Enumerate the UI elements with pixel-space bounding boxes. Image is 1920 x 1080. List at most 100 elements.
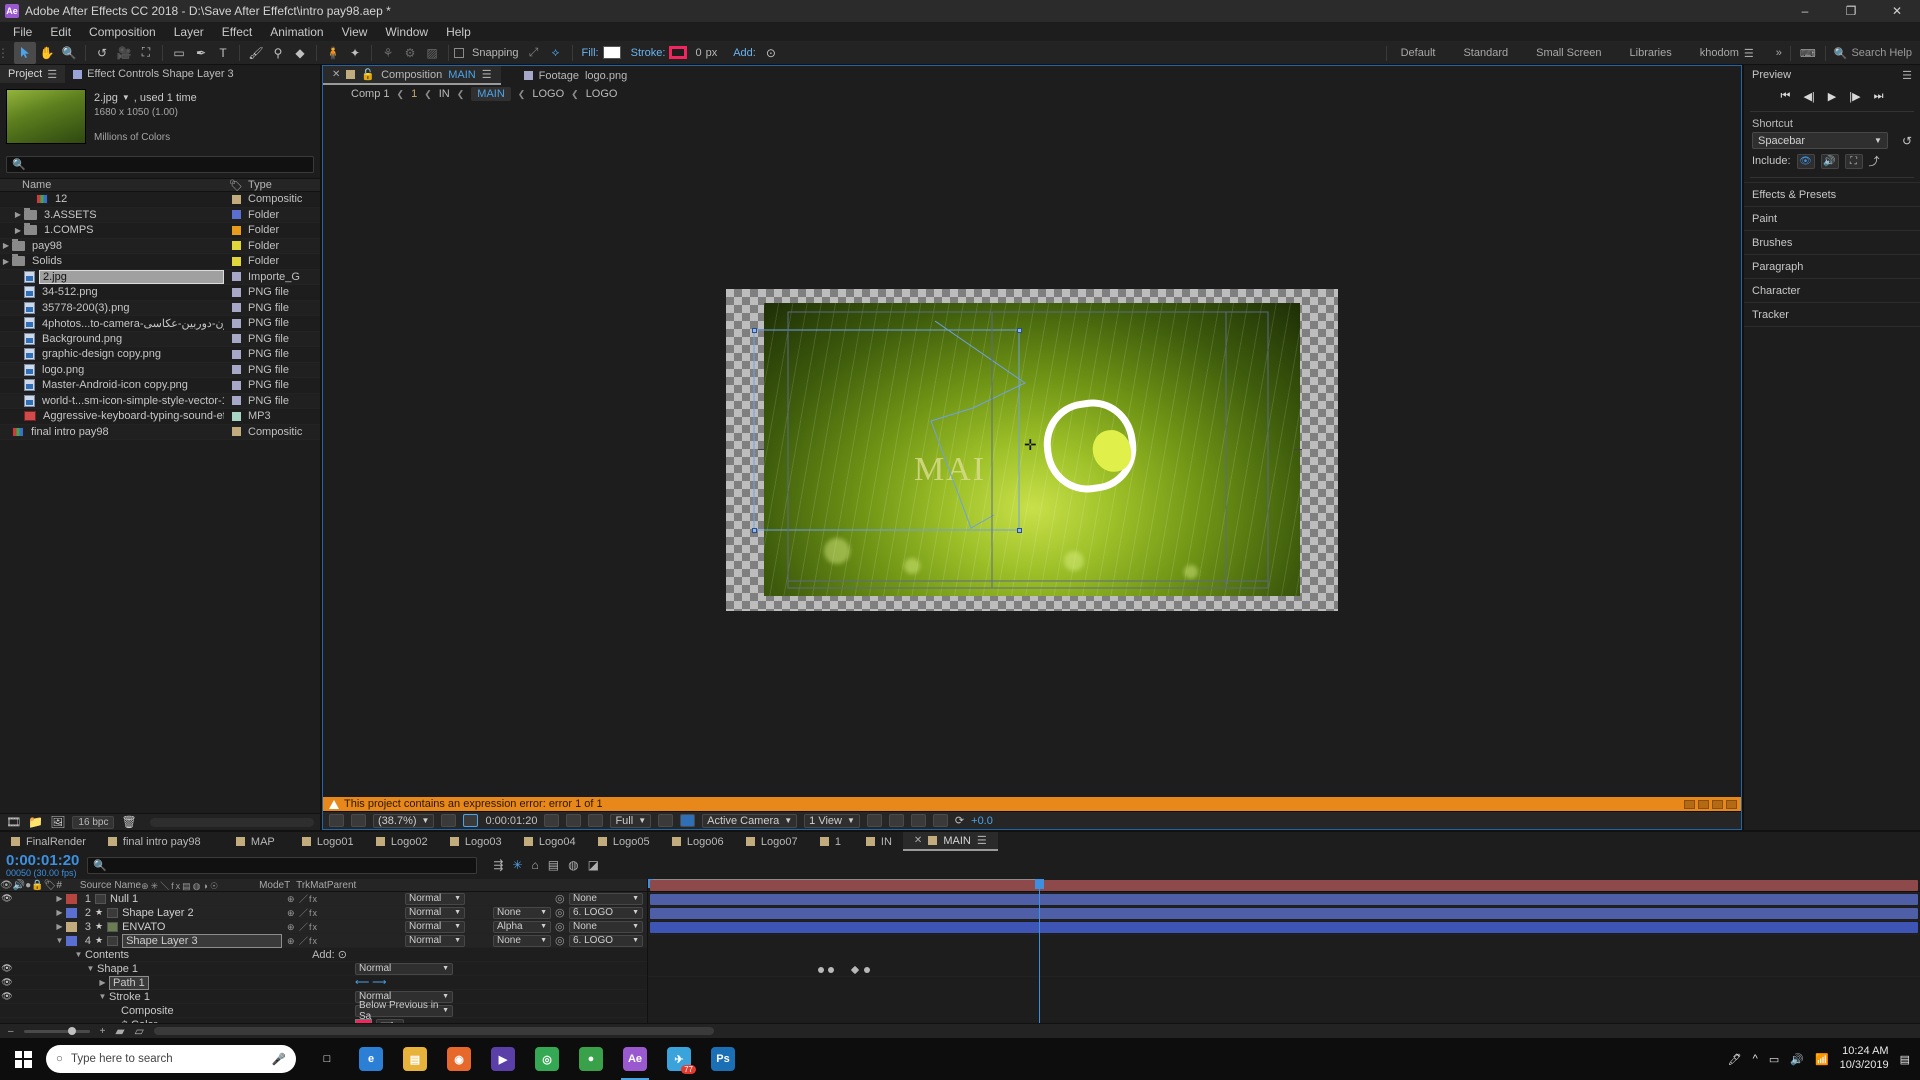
disclosure-triangle-icon[interactable]: ▶ [0, 241, 12, 250]
layer-source-name[interactable]: ★ Shape Layer 3 [95, 933, 287, 948]
tray-pen-icon[interactable]: 🖊 [1728, 1053, 1742, 1066]
taskbar-app-file-explorer[interactable]: ▤ [396, 1038, 434, 1080]
play-icon[interactable]: ▶ [1828, 90, 1836, 103]
panel-paragraph[interactable]: Paragraph [1744, 254, 1920, 278]
timeline-horizontal-scrollbar[interactable] [153, 1027, 714, 1035]
project-item-tag[interactable] [224, 427, 248, 437]
draft-3d-icon[interactable]: ✳ [512, 858, 522, 872]
project-footer-scrollbar[interactable] [149, 817, 314, 827]
layer-label-color[interactable] [66, 893, 77, 904]
grid-guides-icon[interactable] [441, 814, 457, 827]
start-button[interactable] [0, 1038, 46, 1080]
tray-battery-icon[interactable]: ▭ [1769, 1053, 1779, 1066]
project-list-item[interactable]: logo.png PNG file [0, 362, 320, 378]
project-search-input[interactable]: 🔍 [6, 156, 314, 173]
layer-switches[interactable]: ⊕ ／fx [287, 906, 405, 919]
panel-menu-icon[interactable]: ☰ [482, 68, 492, 81]
taskbar-app-photoshop[interactable]: Ps [704, 1038, 742, 1080]
tab-composition-main[interactable]: ✕ 🔓 Composition MAIN ☰ [323, 66, 501, 85]
delete-icon[interactable]: 🗑 [121, 815, 136, 829]
panel-tracker[interactable]: Tracker [1744, 302, 1920, 326]
fill-color-swatch[interactable] [602, 46, 621, 59]
project-list-item[interactable]: 35778-200(3).png PNG file [0, 300, 320, 316]
last-frame-icon[interactable]: ⏭ [1874, 90, 1884, 103]
layer-expand-icon[interactable]: ▶ [53, 908, 66, 917]
selection-handle[interactable] [752, 528, 757, 533]
timeline-search-input[interactable]: 🔍 [87, 856, 478, 874]
next-error-icon[interactable] [1698, 799, 1709, 809]
project-item-tag[interactable] [224, 210, 248, 220]
property-visibility-icon[interactable]: 👁 [0, 963, 14, 974]
zoom-in-icon[interactable]: + [100, 1026, 106, 1037]
tray-volume-icon[interactable]: 🔊 [1790, 1053, 1804, 1066]
layer-track[interactable] [648, 893, 1920, 907]
layer-expand-icon[interactable]: ▶ [53, 894, 66, 903]
layer-source-name[interactable]: ★ ENVATO [95, 921, 287, 933]
workspace-overflow-button[interactable]: » [1768, 47, 1790, 59]
composition-viewer[interactable]: MAI ✛ [323, 103, 1741, 797]
workspace-user-menu[interactable]: khodom ☰ [1686, 47, 1768, 60]
parent-pickwhip-icon[interactable]: ◎ [555, 892, 569, 905]
tray-expand-icon[interactable]: ^ [1753, 1053, 1758, 1065]
column-header-type[interactable]: Type [248, 179, 320, 191]
layer-trkmat-dropdown[interactable]: None ▼ [493, 934, 551, 947]
menu-animation[interactable]: Animation [261, 24, 332, 40]
taskbar-app-media-player[interactable]: ▶ [484, 1038, 522, 1080]
reset-shortcut-icon[interactable]: ↺ [1902, 134, 1920, 148]
workspace-libraries[interactable]: Libraries [1616, 47, 1686, 59]
selection-handle[interactable] [752, 328, 757, 333]
channel-icon[interactable] [588, 814, 604, 827]
project-item-tag[interactable] [224, 287, 248, 297]
keyframe-marker[interactable] [818, 967, 824, 973]
shortcut-dropdown[interactable]: Spacebar ▼ [1752, 132, 1888, 149]
timeline-switch-icon[interactable] [910, 814, 926, 827]
panel-menu-icon[interactable]: ☰ [1902, 69, 1912, 82]
tab-effect-controls[interactable]: Effect Controls Shape Layer 3 [65, 65, 242, 83]
pixel-aspect-icon[interactable] [866, 814, 882, 827]
layer-label-color[interactable] [66, 921, 77, 932]
menu-composition[interactable]: Composition [80, 24, 165, 40]
error-home-icon[interactable] [1726, 799, 1737, 809]
expression-error-bar[interactable]: This project contains an expression erro… [323, 797, 1741, 811]
type-tool-icon[interactable]: T [212, 42, 234, 64]
layer-switches[interactable]: ⊕ ／fx [287, 920, 405, 933]
views-dropdown[interactable]: 1 View ▼ [804, 813, 860, 828]
comp-button-icon[interactable]: ▰ [115, 1024, 124, 1038]
taskbar-app-firefox[interactable]: ◉ [440, 1038, 478, 1080]
dismiss-error-icon[interactable] [1712, 799, 1723, 809]
include-audio-icon[interactable]: 🔊 [1820, 153, 1839, 169]
layer-label-color[interactable] [66, 935, 77, 946]
breadcrumb-1[interactable]: 1 [411, 88, 417, 100]
panel-character[interactable]: Character [1744, 278, 1920, 302]
menu-window[interactable]: Window [376, 24, 437, 40]
parent-pickwhip-icon[interactable]: ◎ [555, 920, 569, 933]
project-list-item[interactable]: ▶ Solids Folder [0, 254, 320, 270]
panel-paint[interactable]: Paint [1744, 206, 1920, 230]
layer-row[interactable]: ▼ 4 ★ Shape Layer 3 ⊕ ／fx Normal ▼ None ▼ ◎ 6. LOG… [0, 933, 647, 948]
timeline-tab-in[interactable]: IN [855, 832, 903, 851]
tray-network-icon[interactable]: 📶 [1815, 1053, 1829, 1066]
exposure-reset-icon[interactable]: ⟳ [955, 814, 964, 827]
panel-brushes[interactable]: Brushes [1744, 230, 1920, 254]
property-visibility-icon[interactable]: 👁 [0, 991, 14, 1002]
comp-timecode[interactable]: 0:00:01:20 [485, 815, 537, 827]
project-list-item[interactable]: Background.png PNG file [0, 331, 320, 347]
prev-frame-icon[interactable]: ◀| [1803, 90, 1814, 103]
property-dropdown[interactable]: Below Previous in Sa ▼ [355, 1000, 453, 1022]
action-center-icon[interactable]: ▤ [1900, 1053, 1910, 1066]
disclosure-triangle-icon[interactable]: ▶ [12, 210, 24, 219]
timeline-tab-logo03[interactable]: Logo03 [439, 832, 513, 851]
panel-menu-icon[interactable]: ☰ [47, 68, 57, 81]
parent-pickwhip-icon[interactable]: ◎ [555, 906, 569, 919]
layer-parent-dropdown[interactable]: None ▼ [569, 920, 643, 933]
timeline-tab-logo07[interactable]: Logo07 [735, 832, 809, 851]
menu-help[interactable]: Help [437, 24, 480, 40]
project-list-item[interactable]: 12 Compositic [0, 192, 320, 208]
project-item-list[interactable]: 12 Compositic ▶ 3.ASSETS Folder ▶ 1.COMPS Folde… [0, 192, 320, 813]
layer-source-name[interactable]: ★ Shape Layer 2 [95, 907, 287, 919]
motion-blur-icon[interactable]: ◍ [568, 858, 578, 872]
project-item-tag[interactable] [224, 349, 248, 359]
project-list-item[interactable]: final intro pay98 Compositic [0, 424, 320, 440]
resolution-dropdown[interactable]: Full ▼ [610, 813, 652, 828]
layer-parent-dropdown[interactable]: None ▼ [569, 892, 643, 905]
